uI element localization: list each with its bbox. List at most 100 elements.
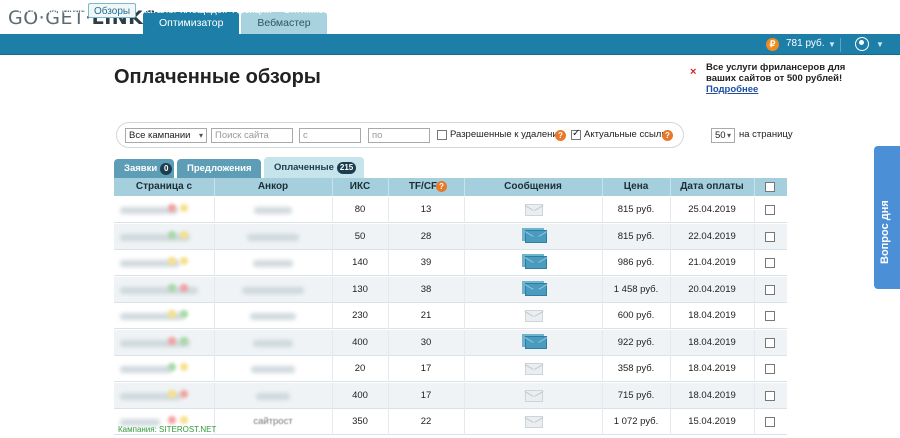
help-icon[interactable]: ? [662,130,673,141]
table-row[interactable]: 230 21 600 руб. 18.04.2019 [114,303,787,329]
row-checkbox[interactable] [765,311,775,321]
tfcf-value: 13 [420,204,432,215]
price-value: 1 458 руб. [613,283,659,295]
tfcf-value: 21 [420,310,432,321]
row-checkbox[interactable] [765,231,775,242]
user-icon[interactable] [855,37,869,51]
select-all-checkbox[interactable] [765,182,775,192]
col-anchor[interactable]: Анкор [214,178,332,196]
user-chevron-down-icon[interactable]: ▼ [876,40,884,49]
price-value: 815 руб. [617,204,655,215]
col-messages[interactable]: Сообщения [464,178,602,196]
envelope-icon[interactable] [525,389,543,402]
payment-date: 18.04.2019 [688,310,736,321]
nav-positions[interactable]: Позиции + Оптимизация [232,3,346,18]
anchor-text [250,313,296,320]
anchor-text [256,392,290,400]
table-row[interactable]: 130 38 1 458 руб. 20.04.2019 [114,276,787,303]
table-row[interactable]: 400 30 922 руб. 18.04.2019 [114,329,787,356]
row-checkbox[interactable] [765,364,775,374]
review-page-link[interactable] [120,366,172,373]
date-to-input[interactable]: по [368,128,430,143]
tfcf-value: 39 [420,257,432,268]
anchor-text: сайтрост [253,416,293,427]
table-row[interactable]: 50 28 815 руб. 22.04.2019 [114,223,787,250]
tab-paid-label: Оплаченные [274,162,334,173]
envelope-icon[interactable] [525,416,543,428]
tab-requests-label: Заявки [124,163,158,174]
campaign-select-value: Все кампании [129,130,191,141]
payment-date: 18.04.2019 [688,389,736,401]
iks-value: 400 [352,336,368,348]
col-iks[interactable]: ИКС [332,178,388,196]
messages-unread-icon[interactable] [525,229,547,243]
iks-value: 350 [352,416,368,427]
nav-my-campaigns[interactable]: Мои кампании [18,3,85,18]
nav-messages[interactable]: Сообщения [486,3,540,18]
price-value: 1 072 руб. [613,416,659,427]
campaign-select[interactable]: Все кампании ▾ [125,128,207,143]
col-page[interactable]: Страница с обзором [114,178,214,210]
iks-value: 80 [354,204,366,215]
messages-unread-icon[interactable] [525,335,547,349]
row-checkbox[interactable] [765,258,775,268]
row-checkbox[interactable] [765,284,775,295]
tab-requests[interactable]: Заявки 0 [114,159,174,178]
help-icon[interactable]: ? [555,130,566,141]
tab-paid[interactable]: Оплаченные 215 [264,157,364,178]
ruble-icon: ₽ [766,37,779,51]
price-value: 600 руб. [617,310,655,321]
messages-unread-icon[interactable] [525,256,547,269]
col-tfcf[interactable]: TF/CF [388,178,458,196]
payment-date: 18.04.2019 [688,336,736,348]
messages-unread-icon[interactable] [525,282,547,296]
envelope-icon[interactable] [525,363,543,375]
allowed-delete-checkbox[interactable] [437,130,447,140]
promo-banner: Все услуги фрилансеров для ваших сайтов … [706,62,874,95]
nav-divider [840,38,841,52]
iks-value: 400 [352,389,368,401]
balance-amount: 781 руб. [786,38,825,49]
balance-chevron-down-icon[interactable]: ▼ [828,40,836,49]
envelope-icon[interactable] [525,204,543,216]
chevron-down-icon: ▾ [198,131,203,140]
nav-reviews[interactable]: Обзоры [88,3,137,18]
col-date[interactable]: Дата оплаты [670,178,754,196]
row-checkbox[interactable] [765,205,775,215]
tfcf-value: 38 [420,283,432,295]
count-badge: 0 [160,163,173,175]
nav-catalog[interactable]: Каталог площадок [141,3,227,18]
per-page-label: на страницу [739,129,793,140]
price-value: 986 руб. [617,257,655,268]
row-checkbox[interactable] [765,390,775,401]
feedback-tab[interactable]: Вопрос дня [874,146,900,289]
tfcf-value: 28 [420,230,432,242]
actual-links-checkbox[interactable] [571,128,581,140]
price-value: 358 руб. [617,363,655,374]
table-row[interactable]: 20 17 358 руб. 18.04.2019 [114,356,787,382]
row-checkbox[interactable] [765,337,775,348]
envelope-icon[interactable] [525,310,543,322]
tab-offers[interactable]: Предложения1 [177,159,261,194]
help-icon[interactable]: ? [436,181,447,192]
price-value: 922 руб. [617,336,655,348]
tfcf-value: 30 [420,336,432,348]
date-from-input[interactable]: с [299,128,361,143]
promo-link[interactable]: Подробнее [706,84,758,95]
per-page-select[interactable]: 50 ▾ [711,128,735,143]
table-row[interactable]: 80 13 815 руб. 25.04.2019 [114,197,787,223]
tfcf-value: 17 [420,363,432,374]
price-value: 815 руб. [617,230,655,242]
anchor-text [251,366,295,373]
table-row[interactable]: 140 39 986 руб. 21.04.2019 [114,250,787,276]
nav-seo-shop[interactable]: Магазин SEO и фриланс-услуг [348,3,491,18]
anchor-text [247,233,299,241]
balance[interactable]: ₽ 781 руб. [766,37,825,51]
payment-date: 25.04.2019 [688,204,736,215]
close-icon[interactable]: × [690,66,696,78]
row-checkbox[interactable] [765,417,775,427]
table-row[interactable]: 400 17 715 руб. 18.04.2019 [114,382,787,409]
col-price[interactable]: Цена [602,178,670,196]
chevron-down-icon: ▾ [726,131,731,140]
search-input[interactable]: Поиск сайта [211,128,293,143]
